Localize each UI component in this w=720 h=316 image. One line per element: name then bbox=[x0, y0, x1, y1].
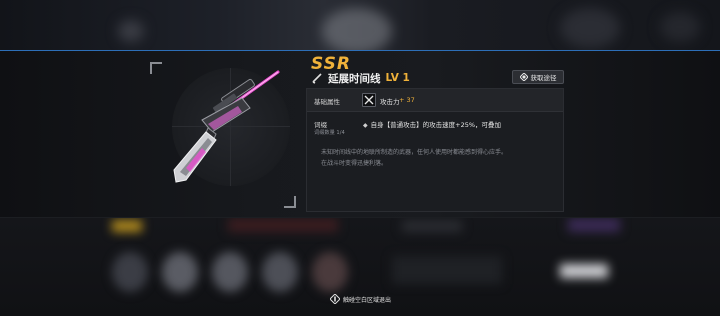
weapon-name: 延展时间线 bbox=[328, 72, 381, 85]
attack-stat-value: + 37 bbox=[399, 96, 415, 104]
tap-hand-icon bbox=[330, 294, 340, 304]
base-attribute-row: 基础属性 攻击力 + 37 bbox=[307, 89, 563, 112]
affix-effect: ◆ 自身【普通攻击】的攻击速度+25%，可叠加 bbox=[363, 119, 501, 129]
close-hint[interactable]: 触碰空白区域退出 bbox=[330, 294, 391, 304]
affix-count: 词缀数量 1/4 bbox=[314, 130, 345, 136]
background-top bbox=[0, 0, 720, 54]
weapon-type-icon bbox=[312, 73, 322, 84]
weapon-description: 未知时间线中的地联所制造的武器，任何人使用时都能感到得心应手。 在战斗时变得迅捷… bbox=[321, 147, 559, 169]
attack-icon bbox=[362, 93, 376, 107]
description-line: 在战斗时变得迅捷利落。 bbox=[321, 160, 388, 167]
diamond-bullet-icon: ◆ bbox=[363, 122, 368, 129]
affix-label: 词缀 bbox=[314, 121, 327, 129]
affix-effect-text: 自身【普通攻击】的攻击速度+25%，可叠加 bbox=[370, 121, 502, 129]
weapon-info-panel: 基础属性 攻击力 + 37 词缀 词缀数量 1/4 ◆ 自身【普通攻击】的攻击速度… bbox=[306, 88, 564, 212]
base-attribute-label: 基础属性 bbox=[314, 98, 340, 106]
acquire-source-button[interactable]: 获取途径 bbox=[512, 70, 564, 84]
corner-bracket-bottom-right bbox=[284, 196, 296, 208]
description-line: 未知时间线中的地联所制造的武器，任何人使用时都能感到得心应手。 bbox=[321, 149, 508, 156]
weapon-title: 延展时间线 LV 1 bbox=[311, 71, 410, 85]
weapon-preview bbox=[150, 62, 296, 208]
acquire-source-label: 获取途径 bbox=[530, 74, 557, 82]
weapon-level: LV 1 bbox=[385, 72, 410, 84]
close-hint-text: 触碰空白区域退出 bbox=[343, 296, 392, 304]
diamond-arrow-icon bbox=[519, 73, 528, 81]
sniper-rifle-image bbox=[173, 70, 280, 183]
attack-stat-name: 攻击力 bbox=[380, 98, 400, 106]
